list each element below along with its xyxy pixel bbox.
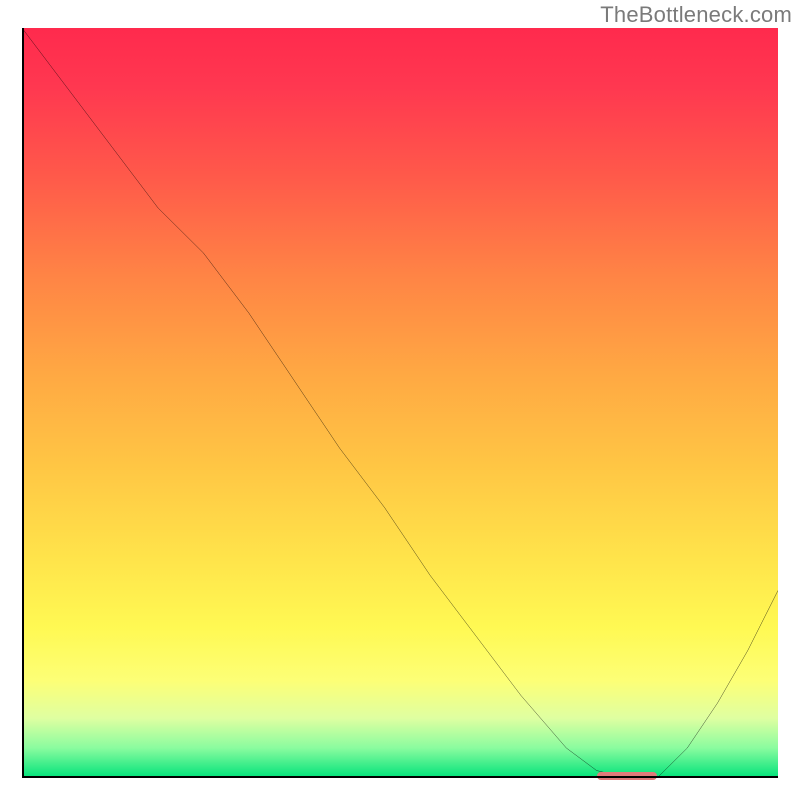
curve-path <box>22 28 778 778</box>
bottleneck-chart: TheBottleneck.com <box>0 0 800 800</box>
bottleneck-curve <box>22 28 778 778</box>
optimum-marker <box>597 772 657 780</box>
watermark-text: TheBottleneck.com <box>600 2 792 28</box>
plot-area <box>22 28 778 778</box>
